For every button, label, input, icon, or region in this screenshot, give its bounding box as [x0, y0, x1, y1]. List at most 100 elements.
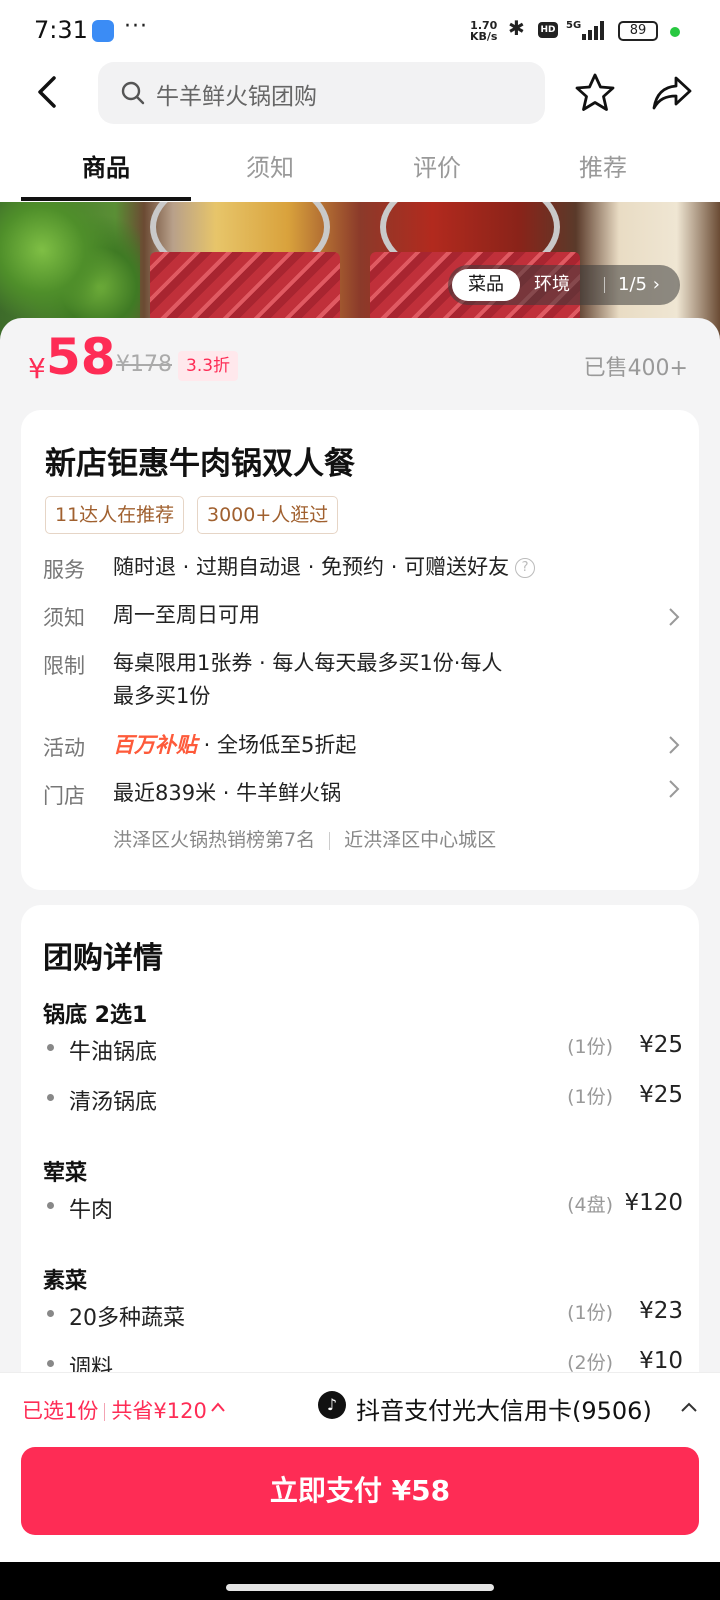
status-time: 7:31 — [34, 16, 88, 44]
service-value[interactable]: 随时退 · 过期自动退 · 免预约 · 可赠送好友? — [113, 550, 536, 584]
payment-method[interactable]: 抖音支付光大信用卡(9506) — [356, 1391, 652, 1426]
divider — [104, 1403, 106, 1421]
original-price: ¥178 — [116, 352, 172, 377]
discount-badge: 3.3折 — [178, 351, 239, 381]
list-item: 牛油锅底 (1份) ¥25 — [43, 1030, 683, 1066]
list-item: 20多种蔬菜 (1份) ¥23 — [43, 1296, 683, 1332]
visitors-tag[interactable]: 3000+人逛过 — [197, 496, 339, 534]
network-speed: 1.70 KB/s — [470, 20, 497, 42]
item-price: ¥23 — [639, 1298, 683, 1324]
group-heading: 素菜 — [43, 1269, 88, 1294]
bluetooth-icon: ✱ — [508, 16, 525, 40]
item-qty: (2份) — [567, 1352, 613, 1374]
signal-5g-icon: 5G — [566, 20, 604, 40]
tab-bar: 商品 须知 评价 推荐 — [0, 132, 720, 202]
system-nav-bar — [0, 1562, 720, 1600]
notice-value[interactable]: 周一至周日可用 — [113, 598, 260, 632]
hero-herbs — [0, 202, 140, 322]
more-notifications-icon: ··· — [124, 14, 148, 39]
notice-label: 须知 — [43, 606, 85, 630]
store-label: 门店 — [43, 784, 85, 808]
tab-notice[interactable]: 须知 — [185, 148, 355, 183]
gallery-chip-dishes[interactable]: 菜品 — [452, 269, 520, 301]
gallery-counter[interactable]: 1/5 › — [618, 269, 660, 301]
active-tab-indicator — [21, 197, 191, 201]
battery-icon: 89 — [618, 21, 658, 41]
limit-value-line2: 最多买1份 — [113, 684, 211, 708]
limit-value-line1: 每桌限用1张券 · 每人每天最多买1份·每人 — [113, 651, 503, 675]
item-price: ¥120 — [624, 1190, 683, 1216]
status-bar: 7:31 ··· 1.70 KB/s ✱ HD 5G 89 — [0, 0, 720, 62]
bullet — [47, 1360, 54, 1367]
item-qty: (1份) — [567, 1302, 613, 1324]
star-icon[interactable] — [574, 72, 616, 114]
group-heading: 荤菜 — [43, 1161, 88, 1186]
saved-amount: 共省¥120 — [111, 1399, 207, 1423]
sold-count: 已售400+ — [583, 356, 688, 381]
details-title: 团购详情 — [43, 941, 163, 976]
bullet — [47, 1044, 54, 1051]
item-name: 牛油锅底 — [69, 1040, 158, 1065]
item-qty: (1份) — [567, 1036, 613, 1058]
chevron-up-icon[interactable] — [210, 1401, 226, 1413]
bullet — [47, 1310, 54, 1317]
gallery-chip-environment[interactable]: 环境 — [534, 269, 570, 301]
hd-icon: HD — [538, 22, 558, 38]
store-rank-text: 洪泽区火锅热销榜第7名 — [113, 829, 316, 851]
service-label: 服务 — [43, 558, 85, 582]
activity-label: 活动 — [43, 736, 85, 760]
tab-goods[interactable]: 商品 — [21, 148, 191, 183]
list-item: 清汤锅底 (1份) ¥25 — [43, 1080, 683, 1116]
group-heading: 锅底 2选1 — [43, 1003, 148, 1028]
item-name: 20多种蔬菜 — [69, 1306, 185, 1331]
search-input[interactable]: 牛羊鲜火锅团购 — [156, 77, 317, 111]
store-value[interactable]: 最近839米 · 牛羊鲜火锅 — [113, 776, 341, 810]
item-name: 牛肉 — [69, 1198, 114, 1223]
privacy-indicator-dot — [670, 27, 680, 37]
douyin-pay-icon: ♪ — [318, 1391, 346, 1419]
chevron-right-icon[interactable] — [667, 606, 681, 628]
item-price: ¥10 — [639, 1348, 683, 1374]
home-indicator[interactable] — [226, 1584, 494, 1591]
activity-value[interactable]: 百万补贴 · 全场低至5折起 — [113, 728, 356, 762]
store-ranking: 洪泽区火锅热销榜第7名 近洪泽区中心城区 — [113, 825, 496, 852]
top-header: 牛羊鲜火锅团购 — [0, 62, 720, 132]
svg-text:5G: 5G — [566, 20, 581, 31]
back-icon[interactable] — [30, 72, 70, 112]
deal-info-card: 新店钜惠牛肉锅双人餐 11达人在推荐 3000+人逛过 服务 随时退 · 过期自… — [21, 410, 699, 890]
current-price: 58 — [46, 328, 116, 386]
item-price: ¥25 — [639, 1032, 683, 1058]
item-qty: (1份) — [567, 1086, 613, 1108]
service-text: 随时退 · 过期自动退 · 免预约 · 可赠送好友 — [113, 555, 510, 579]
item-qty: (4盘) — [567, 1194, 613, 1216]
limit-label: 限制 — [43, 654, 85, 678]
chevron-right-icon[interactable] — [667, 778, 681, 800]
list-item: 牛肉 (4盘) ¥120 — [43, 1188, 683, 1224]
item-price: ¥25 — [639, 1082, 683, 1108]
tab-recommend[interactable]: 推荐 — [518, 148, 688, 183]
divider — [329, 831, 331, 850]
pay-now-button[interactable]: 立即支付 ¥58 — [21, 1447, 699, 1535]
gallery-switcher: 菜品 环境 1/5 › — [448, 265, 680, 305]
hero-meat-left — [150, 252, 340, 322]
chevron-right-icon[interactable] — [667, 734, 681, 756]
chevron-up-icon[interactable] — [680, 1401, 698, 1413]
selection-summary[interactable]: 已选1份 共省¥120 — [22, 1395, 207, 1425]
share-icon[interactable] — [650, 72, 694, 114]
deal-title: 新店钜惠牛肉锅双人餐 — [45, 446, 355, 482]
bullet — [47, 1094, 54, 1101]
activity-text: · 全场低至5折起 — [197, 733, 357, 757]
tab-reviews[interactable]: 评价 — [352, 148, 522, 183]
search-bar[interactable]: 牛羊鲜火锅团购 — [98, 62, 545, 124]
item-name: 清汤锅底 — [69, 1090, 158, 1115]
search-icon — [121, 81, 145, 105]
subsidy-badge: 百万补贴 — [113, 733, 197, 757]
influencer-tag[interactable]: 11达人在推荐 — [45, 496, 185, 534]
selected-count: 已选1份 — [22, 1399, 99, 1423]
network-speed-unit: KB/s — [470, 30, 498, 43]
help-icon[interactable]: ? — [515, 558, 536, 578]
checkout-bar: 已选1份 共省¥120 ♪ 抖音支付光大信用卡(9506) 立即支付 ¥58 — [0, 1372, 720, 1562]
store-area-text: 近洪泽区中心城区 — [344, 829, 497, 851]
bullet — [47, 1202, 54, 1209]
app-icon — [92, 20, 114, 42]
